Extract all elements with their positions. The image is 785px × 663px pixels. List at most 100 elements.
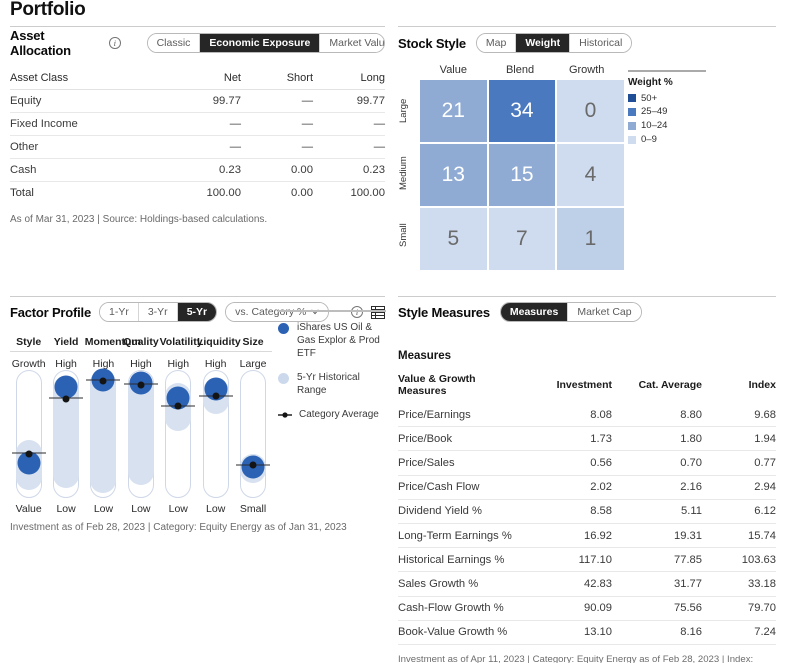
style-box-grid: 21 34 0 13 15 4 5 7 1	[420, 80, 624, 270]
col-long: Long	[313, 67, 385, 90]
factor-profile-title: Factor Profile	[10, 304, 91, 320]
tab-market-value[interactable]: Market Value	[320, 34, 385, 52]
factor-profile-top-labels: Growth High High High High High Large	[10, 358, 272, 370]
style-measures-tabs[interactable]: Measures Market Cap	[499, 302, 642, 322]
factor-column-header: Volatility	[159, 336, 203, 348]
style-box-cell[interactable]: 1	[557, 208, 624, 270]
cell-net: —	[169, 112, 241, 136]
factor-column[interactable]	[47, 370, 84, 498]
divider	[10, 296, 385, 297]
style-box-cell[interactable]: 5	[420, 208, 487, 270]
factor-column[interactable]	[160, 370, 197, 498]
style-box-cell[interactable]: 15	[488, 144, 556, 206]
row-label-small: Small	[398, 223, 409, 247]
factor-column-header: Yield	[53, 336, 79, 348]
cell-short: 0.00	[241, 158, 313, 182]
cell-cat-average: 8.16	[612, 620, 702, 645]
factor-bottom-label: Low	[93, 503, 114, 515]
tab-market-cap[interactable]: Market Cap	[568, 303, 641, 321]
factor-bottom-label: Low	[168, 503, 188, 515]
asset-allocation-header: Asset Allocation i Classic Economic Expo…	[10, 28, 386, 58]
measure-name: Price/Book	[398, 426, 526, 452]
col-net: Net	[169, 67, 241, 90]
factor-category-average-marker	[11, 450, 46, 458]
col-label-value: Value	[439, 64, 467, 76]
factor-column[interactable]	[122, 370, 159, 498]
table-row: Price/Cash Flow 2.02 2.16 2.94	[398, 475, 776, 500]
factor-category-average-marker	[198, 392, 233, 400]
tab-1yr[interactable]: 1-Yr	[100, 303, 139, 321]
cell-net: 0.23	[169, 158, 241, 182]
tab-weight[interactable]: Weight	[516, 34, 571, 52]
category-average-knob-icon	[137, 381, 145, 389]
measure-name: Historical Earnings %	[398, 547, 526, 573]
table-header-row: Value & Growth Measures Investment Cat. …	[398, 370, 776, 403]
legend-title: Weight %	[628, 76, 673, 88]
tab-5yr[interactable]: 5-Yr	[177, 303, 217, 321]
table-row: Price/Earnings 8.08 8.80 9.68	[398, 403, 776, 428]
measure-name: Dividend Yield %	[398, 499, 526, 524]
factor-bottom-label: Value	[15, 503, 42, 515]
measure-name: Book-Value Growth %	[398, 620, 526, 645]
factor-column[interactable]	[234, 370, 271, 498]
category-average-knob-icon	[99, 377, 107, 385]
factor-bottom-label: Low	[131, 503, 151, 515]
factor-bottom-label: Small	[239, 503, 267, 515]
divider	[398, 296, 776, 297]
tab-measures[interactable]: Measures	[500, 303, 569, 321]
cell-index: 6.12	[702, 499, 776, 524]
row-label: Cash	[10, 158, 169, 182]
asset-allocation-tabs[interactable]: Classic Economic Exposure Market Value	[146, 33, 386, 53]
factor-bottom-label: Low	[56, 503, 76, 515]
style-box-cell[interactable]: 0	[557, 80, 624, 142]
cell-index: 7.24	[702, 620, 776, 645]
factor-top-label: High	[55, 358, 77, 370]
style-box-cell[interactable]: 4	[557, 144, 624, 206]
stock-style-section: Stock Style Map Weight Historical Value …	[398, 30, 776, 270]
table-row: Price/Sales 0.56 0.70 0.77	[398, 450, 776, 476]
category-average-knob-icon	[249, 461, 257, 469]
tab-economic-exposure[interactable]: Economic Exposure	[200, 34, 321, 52]
factor-column[interactable]	[197, 370, 234, 498]
info-icon[interactable]: i	[109, 37, 121, 49]
row-label-medium: Medium	[398, 156, 409, 190]
stock-style-tabs[interactable]: Map Weight Historical	[475, 33, 633, 53]
cell-cat-average: 1.80	[612, 426, 702, 452]
legend-item: iShares US Oil & Gas Explor & Prod ETF	[278, 321, 386, 361]
cell-long: —	[313, 112, 385, 136]
category-average-knob-icon	[174, 402, 182, 410]
row-label: Equity	[10, 89, 169, 113]
style-box-cell[interactable]: 21	[420, 80, 487, 142]
style-box-cell[interactable]: 7	[488, 208, 556, 270]
cell-cat-average: 19.31	[612, 523, 702, 549]
cell-index: 33.18	[702, 571, 776, 597]
factor-column[interactable]	[85, 368, 122, 498]
table-row: Cash 0.23 0.00 0.23	[10, 158, 385, 182]
tab-map[interactable]: Map	[476, 34, 517, 52]
col-measure: Value & Growth Measures	[398, 373, 476, 397]
style-box-cell[interactable]: 34	[488, 80, 556, 142]
category-average-knob-icon	[212, 392, 220, 400]
cell-cat-average: 77.85	[612, 547, 702, 573]
cell-long: 0.23	[313, 158, 385, 182]
style-box-cell[interactable]: 13	[420, 144, 487, 206]
cell-short: 0.00	[241, 181, 313, 204]
legend-label: iShares US Oil & Gas Explor & Prod ETF	[297, 321, 380, 359]
tab-historical[interactable]: Historical	[570, 34, 632, 52]
cell-long: 100.00	[313, 181, 385, 204]
cell-long: 99.77	[313, 89, 385, 113]
row-label: Total	[10, 181, 169, 204]
tab-3yr[interactable]: 3-Yr	[138, 303, 178, 321]
table-row: Long-Term Earnings % 16.92 19.31 15.74	[398, 523, 776, 549]
factor-category-average-marker	[236, 461, 271, 469]
table-row: Equity 99.77 — 99.77	[10, 89, 385, 113]
factor-column[interactable]	[10, 370, 47, 498]
cell-index: 1.94	[702, 426, 776, 452]
factor-profile-period-tabs[interactable]: 1-Yr 3-Yr 5-Yr	[99, 302, 218, 322]
legend-item: 5-Yr Historical Range	[278, 371, 386, 397]
table-row: Cash-Flow Growth % 90.09 75.56 79.70	[398, 596, 776, 621]
divider	[398, 26, 776, 27]
tab-classic[interactable]: Classic	[147, 34, 201, 52]
asset-allocation-section: Asset Allocation i Classic Economic Expo…	[10, 28, 386, 227]
portfolio-page: Portfolio Asset Allocation i Classic Eco…	[0, 0, 785, 663]
